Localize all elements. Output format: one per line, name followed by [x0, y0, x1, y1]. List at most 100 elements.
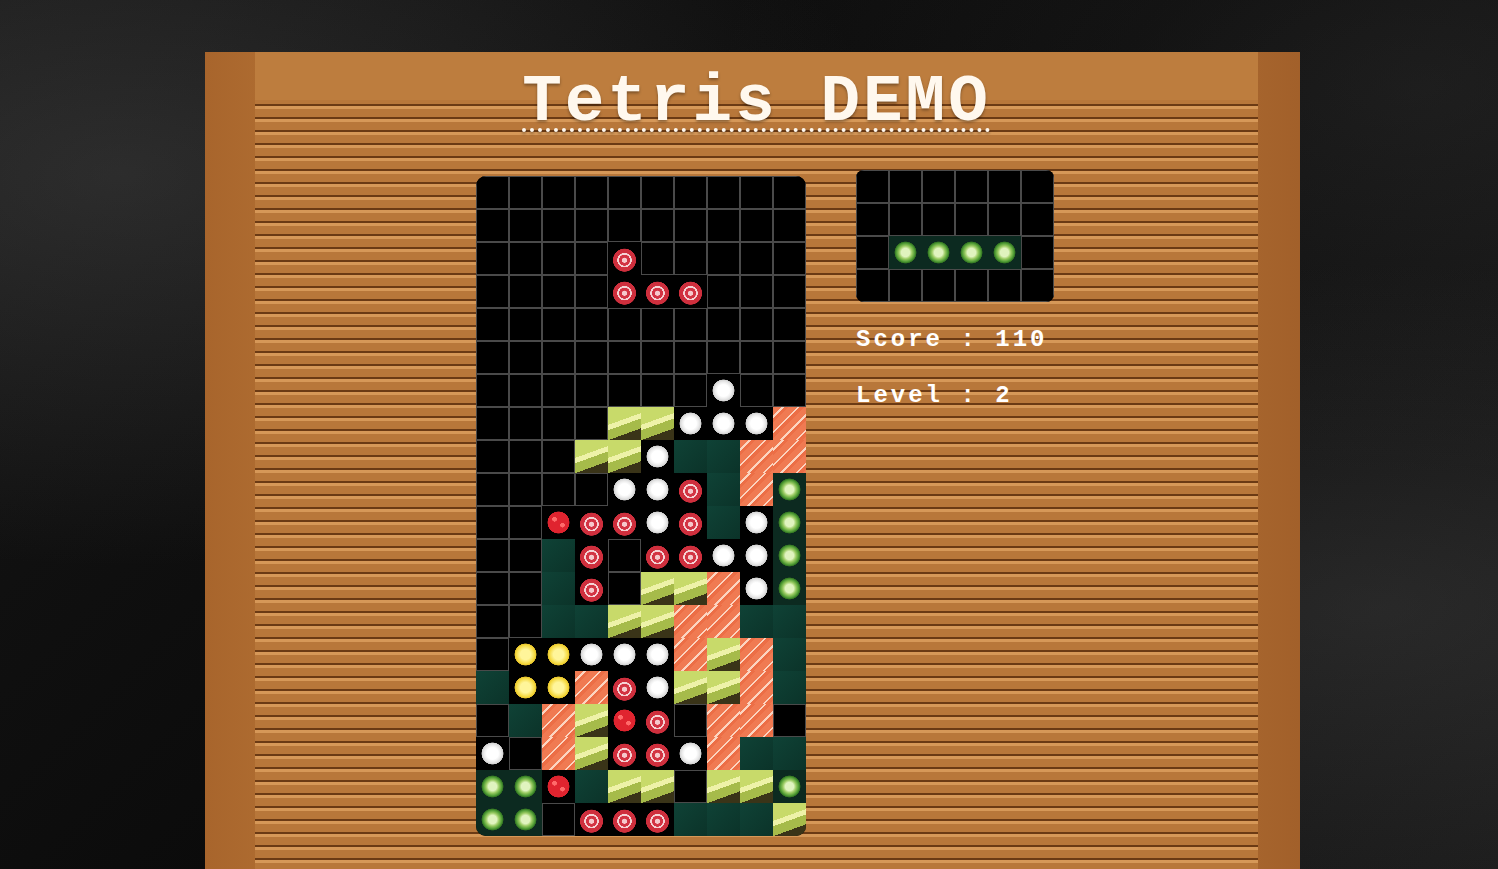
empty-cell — [509, 374, 542, 407]
wooden-board: Tetris DEMO Score : 110Level : 2 — [205, 52, 1300, 869]
empty-cell — [509, 209, 542, 242]
tuna-cell — [575, 572, 608, 605]
tamago-cell — [509, 671, 542, 704]
empty-cell — [608, 539, 641, 572]
salmon-cell — [740, 440, 773, 473]
empty-cell — [674, 176, 707, 209]
empty-cell — [476, 209, 509, 242]
avocado-cell — [608, 407, 641, 440]
empty-cell — [707, 275, 740, 308]
salmon-cell — [740, 473, 773, 506]
tuna-cell — [641, 704, 674, 737]
cucumber-cell — [509, 770, 542, 803]
empty-cell — [889, 203, 922, 236]
empty-cell — [476, 539, 509, 572]
rice-cell — [740, 506, 773, 539]
rice-cell — [608, 638, 641, 671]
empty-cell — [608, 176, 641, 209]
empty-cell — [1021, 269, 1054, 302]
nori-cell — [773, 605, 806, 638]
tamago-cell — [542, 671, 575, 704]
empty-cell — [641, 209, 674, 242]
tuna-cell — [608, 275, 641, 308]
empty-cell — [740, 242, 773, 275]
salmon-cell — [707, 704, 740, 737]
slat-panel: Tetris DEMO Score : 110Level : 2 — [255, 52, 1258, 869]
empty-cell — [856, 236, 889, 269]
avocado-cell — [641, 572, 674, 605]
empty-cell — [641, 176, 674, 209]
salmon-cell — [674, 605, 707, 638]
avocado-cell — [641, 605, 674, 638]
empty-cell — [674, 308, 707, 341]
tuna-cell — [575, 539, 608, 572]
nori-cell — [707, 506, 740, 539]
nori-cell — [476, 671, 509, 704]
salmon-cell — [740, 704, 773, 737]
empty-cell — [1021, 170, 1054, 203]
rice-cell — [608, 473, 641, 506]
avocado-cell — [773, 803, 806, 836]
empty-cell — [740, 176, 773, 209]
tuna-cell — [608, 737, 641, 770]
salmon-cell — [740, 638, 773, 671]
nori-cell — [575, 770, 608, 803]
empty-cell — [542, 374, 575, 407]
empty-cell — [674, 770, 707, 803]
tuna-cell — [641, 539, 674, 572]
cucumber-cell — [988, 236, 1021, 269]
empty-cell — [641, 242, 674, 275]
empty-cell — [674, 341, 707, 374]
empty-cell — [707, 209, 740, 242]
empty-cell — [773, 242, 806, 275]
next-piece-preview — [856, 170, 1054, 302]
game-area: Score : 110Level : 2 — [255, 170, 1258, 836]
playfield[interactable] — [476, 176, 806, 836]
nori-cell — [740, 605, 773, 638]
empty-cell — [707, 341, 740, 374]
avocado-cell — [608, 440, 641, 473]
empty-cell — [476, 407, 509, 440]
rice-cell — [476, 737, 509, 770]
cucumber-cell — [773, 770, 806, 803]
empty-cell — [608, 341, 641, 374]
nori-cell — [773, 671, 806, 704]
rice-cell — [674, 737, 707, 770]
empty-cell — [476, 473, 509, 506]
empty-cell — [575, 275, 608, 308]
rice-cell — [641, 440, 674, 473]
tuna-cell — [674, 473, 707, 506]
empty-cell — [476, 374, 509, 407]
tuna-cell — [575, 506, 608, 539]
empty-cell — [988, 170, 1021, 203]
game-title: Tetris DEMO — [522, 70, 991, 136]
salmon-cell — [542, 704, 575, 737]
cucumber-cell — [773, 539, 806, 572]
nori-cell — [740, 737, 773, 770]
empty-cell — [476, 605, 509, 638]
nori-cell — [773, 737, 806, 770]
empty-cell — [509, 605, 542, 638]
roe-cell — [608, 704, 641, 737]
rice-cell — [740, 539, 773, 572]
empty-cell — [641, 374, 674, 407]
empty-cell — [575, 242, 608, 275]
avocado-cell — [641, 407, 674, 440]
empty-cell — [575, 209, 608, 242]
salmon-cell — [707, 572, 740, 605]
avocado-cell — [707, 638, 740, 671]
nori-cell — [707, 803, 740, 836]
empty-cell — [773, 341, 806, 374]
cucumber-cell — [476, 803, 509, 836]
salmon-cell — [707, 605, 740, 638]
empty-cell — [773, 176, 806, 209]
empty-cell — [476, 506, 509, 539]
tuna-cell — [641, 275, 674, 308]
empty-cell — [773, 275, 806, 308]
empty-cell — [509, 242, 542, 275]
nori-cell — [509, 704, 542, 737]
rice-cell — [707, 407, 740, 440]
empty-cell — [674, 374, 707, 407]
avocado-cell — [707, 671, 740, 704]
empty-cell — [674, 704, 707, 737]
